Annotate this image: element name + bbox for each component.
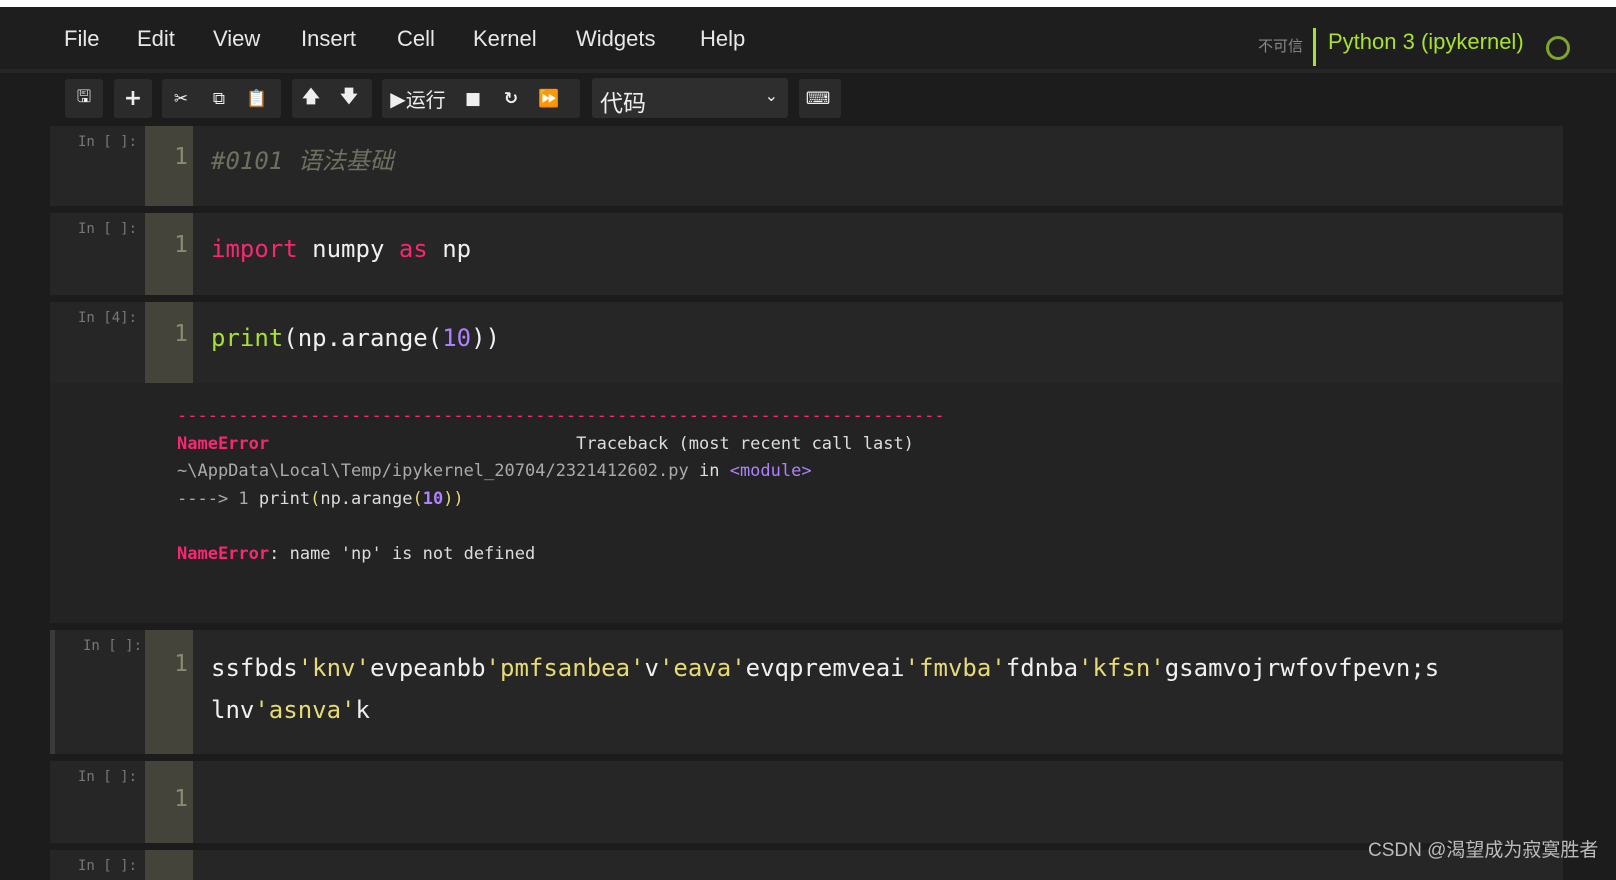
keyword: as xyxy=(398,235,428,263)
code-line[interactable]: print(np.arange(10)) xyxy=(211,317,500,359)
fast-forward-icon[interactable]: ⏩ xyxy=(530,79,568,118)
line-number: 1 xyxy=(174,651,188,677)
line-gutter xyxy=(145,630,193,754)
kernel-name[interactable]: Python 3 (ipykernel) xyxy=(1328,29,1524,55)
string: 'fmvba' xyxy=(904,654,1006,682)
menu-widgets[interactable]: Widgets xyxy=(576,26,655,52)
keyword: import xyxy=(211,235,298,263)
cell-prompt: In [ ]: xyxy=(78,221,138,237)
code-text: evqpremveai xyxy=(745,654,905,682)
output-text: ( xyxy=(310,488,321,509)
kernel-idle-icon xyxy=(1546,36,1570,60)
arrow: ----> 1 xyxy=(177,488,259,509)
run-button[interactable]: ▶ 运行 xyxy=(382,79,454,118)
code-cell[interactable]: In [ ]: 1 import numpy as np xyxy=(50,213,1563,295)
string: 'knv' xyxy=(297,654,370,682)
error-name: NameError xyxy=(177,433,270,454)
line-number: 1 xyxy=(174,144,188,170)
save-icon[interactable]: 🖫 xyxy=(65,79,103,118)
identifier: np xyxy=(427,235,472,263)
line-number: 1 xyxy=(174,321,188,347)
output-number: 10 xyxy=(422,488,444,509)
stop-icon[interactable]: ■ xyxy=(454,79,492,118)
line-number: 1 xyxy=(174,232,188,258)
code-line[interactable]: #0101 语法基础 xyxy=(211,140,394,182)
code-text: evpeanbb xyxy=(369,654,486,682)
code-line[interactable]: import numpy as np xyxy=(211,228,471,270)
run-label: 运行 xyxy=(405,88,446,112)
output-text: )) xyxy=(443,488,464,509)
browser-strip xyxy=(0,0,1616,7)
line-number: 1 xyxy=(174,786,188,812)
line-gutter xyxy=(145,850,193,880)
code-text: (np.arange( xyxy=(283,324,443,352)
cell-prompt: In [ ]: xyxy=(78,769,138,785)
menu-help[interactable]: Help xyxy=(700,26,745,52)
identifier: numpy xyxy=(297,235,399,263)
error-output: ----------------------------------------… xyxy=(177,403,945,568)
add-cell-icon[interactable]: + xyxy=(114,79,152,118)
code-cell[interactable]: In [4]: 1 print(np.arange(10)) xyxy=(50,302,1563,383)
number: 10 xyxy=(442,324,472,352)
move-down-icon[interactable]: 🡇 xyxy=(330,79,368,118)
file-path: ~\AppData\Local\Temp/ipykernel_20704/232… xyxy=(177,461,689,481)
string: 'eava' xyxy=(658,654,746,682)
menu-view[interactable]: View xyxy=(213,26,260,52)
code-text: )) xyxy=(471,324,501,352)
output-text: print xyxy=(258,488,311,509)
cell-output: ----------------------------------------… xyxy=(50,383,1563,623)
cell-prompt: In [ ]: xyxy=(78,134,138,150)
watermark: CSDN @渴望成为寂寞胜者 xyxy=(1368,840,1599,861)
traceback-header: Traceback (most recent call last) xyxy=(269,433,914,454)
cell-type-value: 代码 xyxy=(600,91,646,117)
output-text: ( xyxy=(412,488,423,509)
keyboard-icon[interactable]: ⌨ xyxy=(799,79,837,118)
string: 'kfsn' xyxy=(1078,654,1165,682)
module-name: <module> xyxy=(729,461,812,481)
menu-file[interactable]: File xyxy=(64,26,99,52)
code-cell[interactable]: In [ ]: 1 xyxy=(50,761,1563,843)
cell-type-select[interactable]: 代码 ⌄ xyxy=(592,78,788,118)
string: 'pmfsanbea' xyxy=(485,654,645,682)
code-text: ssfbds xyxy=(211,654,298,682)
code-text: v xyxy=(644,654,659,682)
menu-edit[interactable]: Edit xyxy=(137,26,175,52)
error-name: NameError xyxy=(177,543,270,564)
chevron-down-icon: ⌄ xyxy=(764,86,778,105)
code-line[interactable]: ssfbds'knv'evpeanbb'pmfsanbea'v'eava'evq… xyxy=(211,647,1439,731)
output-dashes: ----------------------------------------… xyxy=(177,406,945,426)
restart-icon[interactable]: ↻ xyxy=(492,79,530,118)
builtin: print xyxy=(211,324,284,352)
code-text: k xyxy=(355,696,370,724)
trust-indicator[interactable]: 不可信 xyxy=(1258,35,1303,56)
code-cell-selected[interactable]: In [ ]: 1 ssfbds'knv'evpeanbb'pmfsanbea'… xyxy=(50,630,1563,754)
code-cell[interactable]: In [ ]: 1 #0101 语法基础 xyxy=(50,126,1563,206)
output-text: np.arange xyxy=(320,488,413,509)
paste-icon[interactable]: 📋 xyxy=(238,79,276,118)
move-up-icon[interactable]: 🡅 xyxy=(292,79,330,118)
copy-icon[interactable]: ⧉ xyxy=(200,79,238,118)
menu-bar: File Edit View Insert Cell Kernel Widget… xyxy=(0,7,1616,73)
code-cell[interactable]: In [ ]: xyxy=(50,850,1563,880)
string: 'asnva' xyxy=(254,696,356,724)
divider xyxy=(1313,28,1316,66)
cell-prompt: In [4]: xyxy=(78,310,138,326)
code-text: fdnba xyxy=(1005,654,1079,682)
cell-prompt: In [ ]: xyxy=(83,638,143,654)
output-text: in xyxy=(688,461,730,481)
cut-icon[interactable]: ✂ xyxy=(162,79,200,118)
menu-kernel[interactable]: Kernel xyxy=(473,26,537,52)
error-message: : name 'np' is not defined xyxy=(269,543,536,564)
menu-cell[interactable]: Cell xyxy=(397,26,435,52)
cell-prompt: In [ ]: xyxy=(78,858,138,874)
play-icon: ▶ xyxy=(390,86,406,111)
menu-insert[interactable]: Insert xyxy=(301,26,356,52)
